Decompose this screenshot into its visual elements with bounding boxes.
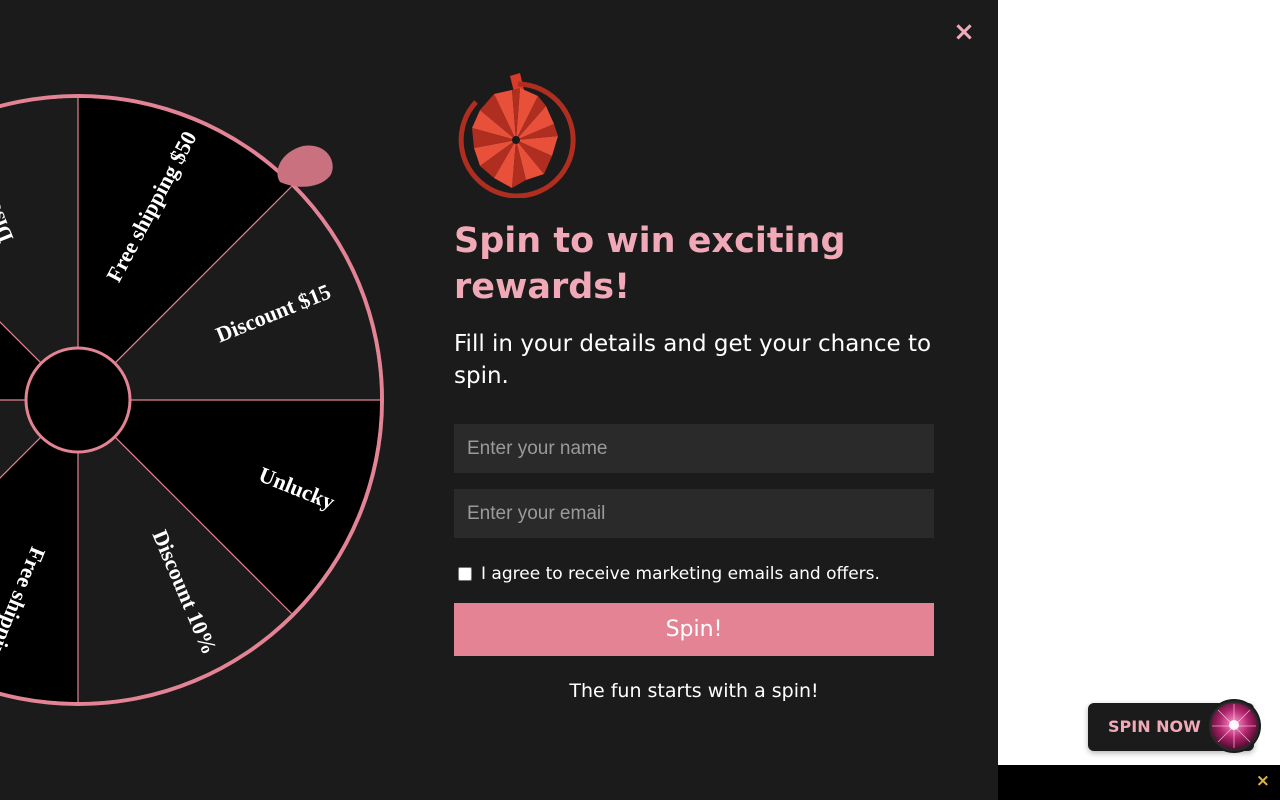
- mini-wheel-icon[interactable]: [1206, 698, 1262, 754]
- footer-note: The fun starts with a spin!: [569, 680, 819, 702]
- popup-subline: Fill in your details and get your chance…: [454, 331, 932, 389]
- spin-wheel-popup: × Free shipping $50 Discount $15 Unlucky…: [0, 0, 998, 800]
- spin-now-label: SPIN NOW: [1108, 717, 1201, 736]
- prize-wheel: Free shipping $50 Discount $15 Unlucky D…: [0, 94, 384, 706]
- name-input[interactable]: [454, 424, 934, 473]
- bottom-bar-close-icon[interactable]: ×: [1256, 771, 1270, 791]
- wheel-logo-icon: [458, 73, 576, 198]
- page: ation × SPIN NOW ×: [0, 0, 1280, 800]
- spin-button[interactable]: Spin!: [454, 603, 934, 656]
- bottom-notice-bar: ×: [998, 765, 1280, 800]
- wheel-hub: [24, 346, 132, 454]
- wheel-pointer-icon: [277, 145, 333, 187]
- popup-headline: Spin to win exciting rewards!: [454, 221, 846, 307]
- consent-label: I agree to receive marketing emails and …: [481, 564, 880, 584]
- consent-checkbox[interactable]: [458, 567, 472, 581]
- email-input[interactable]: [454, 489, 934, 538]
- close-icon[interactable]: ×: [950, 18, 978, 46]
- consent-row: I agree to receive marketing emails and …: [458, 563, 880, 585]
